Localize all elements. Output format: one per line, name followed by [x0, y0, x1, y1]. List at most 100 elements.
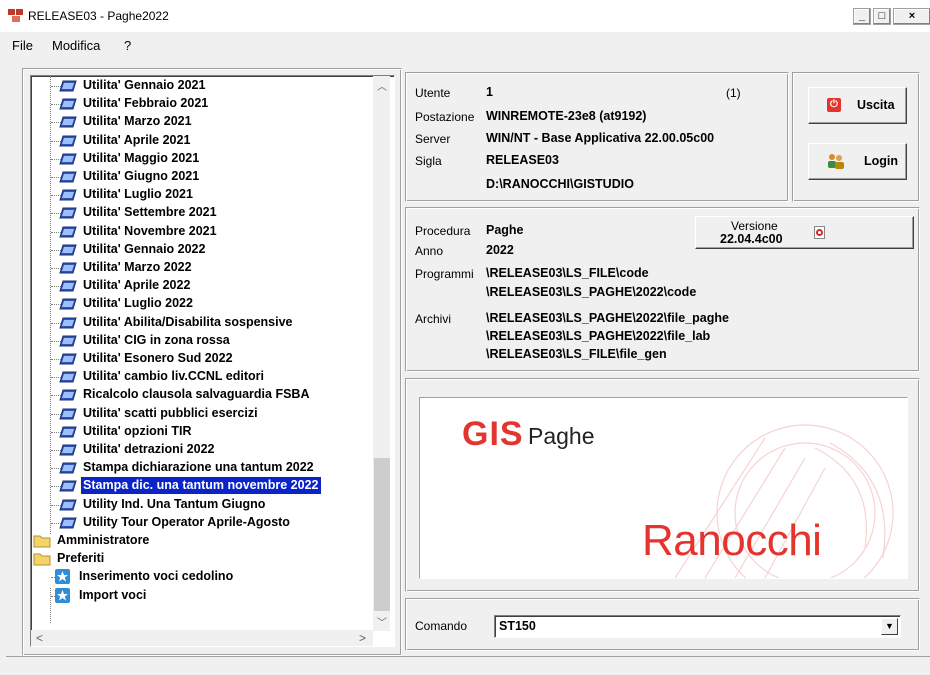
menu-file[interactable]: File — [12, 38, 33, 53]
tree-item-label: Ricalcolo clausola salvaguardia FSBA — [83, 387, 310, 402]
sigla-value: RELEASE03 — [486, 153, 559, 167]
program-icon — [59, 116, 77, 128]
path-value: D:\RANOCCHI\GISTUDIO — [486, 177, 634, 191]
program-icon — [59, 408, 77, 420]
tree-connector — [50, 588, 51, 623]
tree-item-label: Inserimento voci cedolino — [79, 569, 234, 584]
utente-count: (1) — [726, 86, 741, 100]
ranocchi-logo: Ranocchi — [642, 516, 822, 565]
tree-item-label: Preferiti — [57, 551, 105, 566]
user-info-panel: Utente 1 (1) Postazione WINREMOTE-23e8 (… — [405, 72, 789, 202]
tree-item-label: Utilita' Marzo 2021 — [83, 114, 192, 129]
tree-item-label: Amministratore — [57, 533, 150, 547]
uscita-button[interactable]: ⏻ Uscita — [808, 87, 907, 124]
sigla-label: Sigla — [415, 154, 442, 168]
procedure-panel: Procedura Paghe Anno 2022 Programmi \REL… — [405, 207, 920, 372]
program-icon — [59, 462, 77, 474]
gis-logo: GIS — [462, 415, 524, 453]
server-label: Server — [415, 132, 451, 146]
star-icon — [55, 569, 70, 585]
program-icon — [59, 353, 77, 365]
status-bar — [6, 656, 930, 675]
tree-item-label: Utilita' Settembre 2021 — [83, 205, 217, 220]
tree-item-label: Utilita' Esonero Sud 2022 — [83, 351, 233, 365]
program-icon — [59, 226, 77, 238]
close-button[interactable]: × — [893, 8, 930, 25]
program-icon — [59, 371, 77, 383]
command-panel: Comando ST150 ▼ — [405, 598, 920, 651]
tree-item-label: Stampa dic. una tantum novembre 2022 — [80, 476, 322, 496]
scroll-thumb[interactable] — [374, 458, 390, 611]
program-icon — [59, 389, 77, 401]
star-icon — [55, 587, 70, 603]
logo-panel: GIS Paghe Ranocchi — [405, 378, 920, 592]
versione-button[interactable]: Versione 22.04.4c00 — [695, 216, 914, 249]
program-icon — [59, 280, 77, 292]
power-icon: ⏻ — [827, 98, 841, 112]
program-icon — [59, 207, 77, 219]
procedura-label: Procedura — [415, 224, 471, 238]
buttons-panel: ⏻ Uscita Login — [792, 72, 920, 202]
tree-item-label: Utilita' Novembre 2021 — [83, 223, 217, 238]
login-label: Login — [864, 154, 899, 168]
tree-item-label: Utilita' CIG in zona rossa — [83, 332, 230, 347]
versione-value: 22.04.4c00 — [720, 232, 783, 246]
anno-label: Anno — [415, 244, 444, 258]
tree-vertical-scrollbar[interactable]: ︿ ﹀ — [373, 76, 390, 631]
tree-item-label: Utilita' cambio liv.CCNL editori — [83, 369, 265, 384]
menu-modifica[interactable]: Modifica — [52, 38, 100, 53]
scroll-down-icon[interactable]: ﹀ — [377, 614, 387, 629]
program-icon — [59, 262, 77, 274]
postazione-value: WINREMOTE-23e8 (at9192) — [486, 109, 647, 123]
comando-value[interactable]: ST150 — [499, 619, 536, 633]
programmi-value-2: \RELEASE03\LS_PAGHE\2022\code — [486, 285, 697, 299]
paghe-logo-text: Paghe — [528, 423, 595, 449]
scroll-right-icon[interactable]: > — [359, 631, 366, 645]
archivi-value-2: \RELEASE03\LS_PAGHE\2022\file_lab — [486, 329, 711, 343]
program-icon — [59, 480, 77, 492]
archivi-value-1: \RELEASE03\LS_PAGHE\2022\file_paghe — [486, 311, 729, 325]
tree-item-label: Utilita' Maggio 2021 — [83, 150, 200, 165]
pdf-icon — [814, 226, 825, 239]
program-icon — [59, 98, 77, 110]
maximize-button[interactable]: □ — [873, 8, 891, 25]
program-icon — [59, 317, 77, 329]
programmi-label: Programmi — [415, 267, 474, 281]
minimize-button[interactable]: _ — [853, 8, 871, 25]
tree-item-label: Utilita' opzioni TIR — [83, 423, 192, 438]
app-icon — [8, 9, 23, 22]
tree-item-label: Utilita' scatti pubblici esercizi — [83, 405, 258, 420]
comando-combo[interactable]: ST150 ▼ — [494, 615, 901, 638]
program-icon — [59, 298, 77, 310]
folder-icon — [33, 534, 51, 548]
archivi-label: Archivi — [415, 312, 452, 326]
scroll-up-icon[interactable]: ︿ — [377, 78, 387, 93]
program-icon — [59, 426, 77, 438]
program-icon — [59, 517, 77, 529]
login-button[interactable]: Login — [808, 143, 907, 180]
tree-item-label: Utilita' Luglio 2021 — [83, 187, 193, 202]
program-icon — [59, 153, 77, 165]
tree-item-label: Utilita' Febbraio 2021 — [83, 96, 209, 111]
tree-item-label: Import voci — [79, 587, 147, 602]
chevron-down-icon[interactable]: ▼ — [881, 618, 898, 635]
procedura-value: Paghe — [486, 223, 524, 237]
scroll-left-icon[interactable]: < — [36, 631, 43, 645]
tree-item-label: Utility Ind. Una Tantum Giugno — [83, 496, 266, 511]
window-title: RELEASE03 - Paghe2022 — [28, 9, 169, 23]
program-icon — [59, 80, 77, 92]
tree-item-label: Utility Tour Operator Aprile-Agosto — [83, 514, 290, 529]
program-icon — [59, 135, 77, 147]
menu-help[interactable]: ? — [124, 38, 131, 53]
anno-value: 2022 — [486, 243, 514, 257]
uscita-label: Uscita — [857, 98, 895, 112]
tree-item-label: Utilita' Gennaio 2022 — [83, 241, 206, 256]
utente-label: Utente — [415, 86, 451, 100]
tree-item-label: Utilita' Aprile 2021 — [83, 132, 191, 147]
program-tree[interactable]: Utilita' Gennaio 2021 Utilita' Febbraio 2… — [30, 75, 395, 647]
folder-open-icon — [33, 552, 51, 566]
program-icon — [59, 244, 77, 256]
programmi-value-1: \RELEASE03\LS_FILE\code — [486, 266, 649, 280]
tree-horizontal-scrollbar[interactable]: < > — [31, 630, 373, 646]
tree-item-label: Stampa dichiarazione una tantum 2022 — [83, 460, 314, 475]
